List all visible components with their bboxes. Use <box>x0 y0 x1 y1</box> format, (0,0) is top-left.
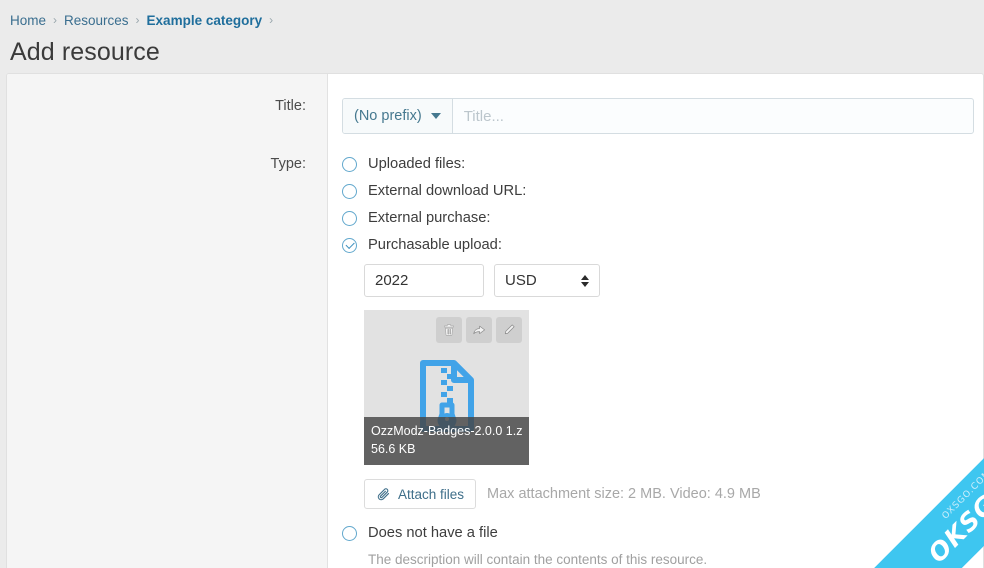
radio-does-not-have-a-file[interactable]: Does not have a file <box>342 525 983 541</box>
radio-label: Does not have a file <box>368 525 498 541</box>
form-row-title: Title: (No prefix) <box>7 74 983 134</box>
radio-external-purchase[interactable]: External purchase: <box>342 210 983 226</box>
title-label: Title: <box>275 98 306 114</box>
prefix-dropdown-value: (No prefix) <box>354 108 422 124</box>
attachment-edit-button[interactable] <box>496 317 522 343</box>
page-header: Home › Resources › Example category › Ad… <box>0 0 984 72</box>
radio-label: External purchase: <box>368 210 491 226</box>
purchasable-upload-section: USD <box>364 264 983 509</box>
attachment-caption: OzzModz-Badges-2.0.0 1.zip 56.6 KB <box>364 417 529 465</box>
attach-files-label: Attach files <box>398 486 465 502</box>
radio-label: Uploaded files: <box>368 156 466 172</box>
type-label-cell: Type: <box>7 156 328 567</box>
trash-icon <box>444 324 454 336</box>
title-label-cell: Title: <box>7 98 328 134</box>
chevron-down-icon <box>430 113 441 119</box>
radio-checked-icon[interactable] <box>342 237 357 253</box>
breadcrumb-item-example-category[interactable]: Example category <box>147 13 263 28</box>
attach-files-button[interactable]: Attach files <box>364 479 477 509</box>
price-row: USD <box>364 264 983 297</box>
form-row-type: Type: Uploaded files: External download … <box>7 134 983 567</box>
breadcrumb-item-resources[interactable]: Resources <box>64 13 129 28</box>
currency-select[interactable]: USD <box>494 264 600 297</box>
radio-label: External download URL: <box>368 183 527 199</box>
title-input[interactable] <box>452 99 973 133</box>
breadcrumb-item-home[interactable]: Home <box>10 13 46 28</box>
attachment-file-name: OzzModz-Badges-2.0.0 1.zip <box>371 424 522 438</box>
attach-files-row: Attach files Max attachment size: 2 MB. … <box>364 479 983 509</box>
breadcrumb: Home › Resources › Example category › <box>0 10 984 30</box>
prefix-dropdown[interactable]: (No prefix) <box>343 99 453 133</box>
title-input-group: (No prefix) <box>342 98 974 134</box>
attachment-file-size: 56.6 KB <box>371 442 416 456</box>
radio-icon[interactable] <box>342 210 357 226</box>
currency-select-value: USD <box>505 272 537 289</box>
breadcrumb-separator: › <box>135 13 140 27</box>
page-title: Add resource <box>10 38 160 66</box>
radio-purchasable-upload[interactable]: Purchasable upload: <box>342 237 983 253</box>
attach-size-hint: Max attachment size: 2 MB. Video: 4.9 MB <box>487 486 761 502</box>
paperclip-icon <box>377 487 390 500</box>
type-label: Type: <box>270 156 306 172</box>
radio-label: Purchasable upload: <box>368 237 502 253</box>
radio-icon[interactable] <box>342 183 357 199</box>
radio-uploaded-files[interactable]: Uploaded files: <box>342 156 983 172</box>
attachment-thumbnail[interactable]: OzzModz-Badges-2.0.0 1.zip 56.6 KB <box>364 310 529 465</box>
breadcrumb-separator: › <box>53 13 58 27</box>
breadcrumb-separator: › <box>269 13 274 27</box>
form-rows: Title: (No prefix) Type: <box>7 74 983 567</box>
price-input[interactable] <box>364 264 484 297</box>
does-not-have-a-file-hint: The description will contain the content… <box>368 552 708 567</box>
title-content-cell: (No prefix) <box>328 98 983 134</box>
attachment-insert-button[interactable] <box>466 317 492 343</box>
pencil-icon <box>504 324 515 335</box>
attachment-actions <box>436 317 522 343</box>
attachment-delete-button[interactable] <box>436 317 462 343</box>
radio-icon[interactable] <box>342 156 357 172</box>
radio-icon[interactable] <box>342 525 357 541</box>
forward-arrow-icon <box>473 325 485 334</box>
radio-external-download-url[interactable]: External download URL: <box>342 183 983 199</box>
form-card: Title: (No prefix) Type: <box>6 73 984 568</box>
page-root: Home › Resources › Example category › Ad… <box>0 0 984 568</box>
type-content-cell: Uploaded files: External download URL: E… <box>328 156 983 567</box>
spinner-arrows-icon <box>581 274 589 287</box>
